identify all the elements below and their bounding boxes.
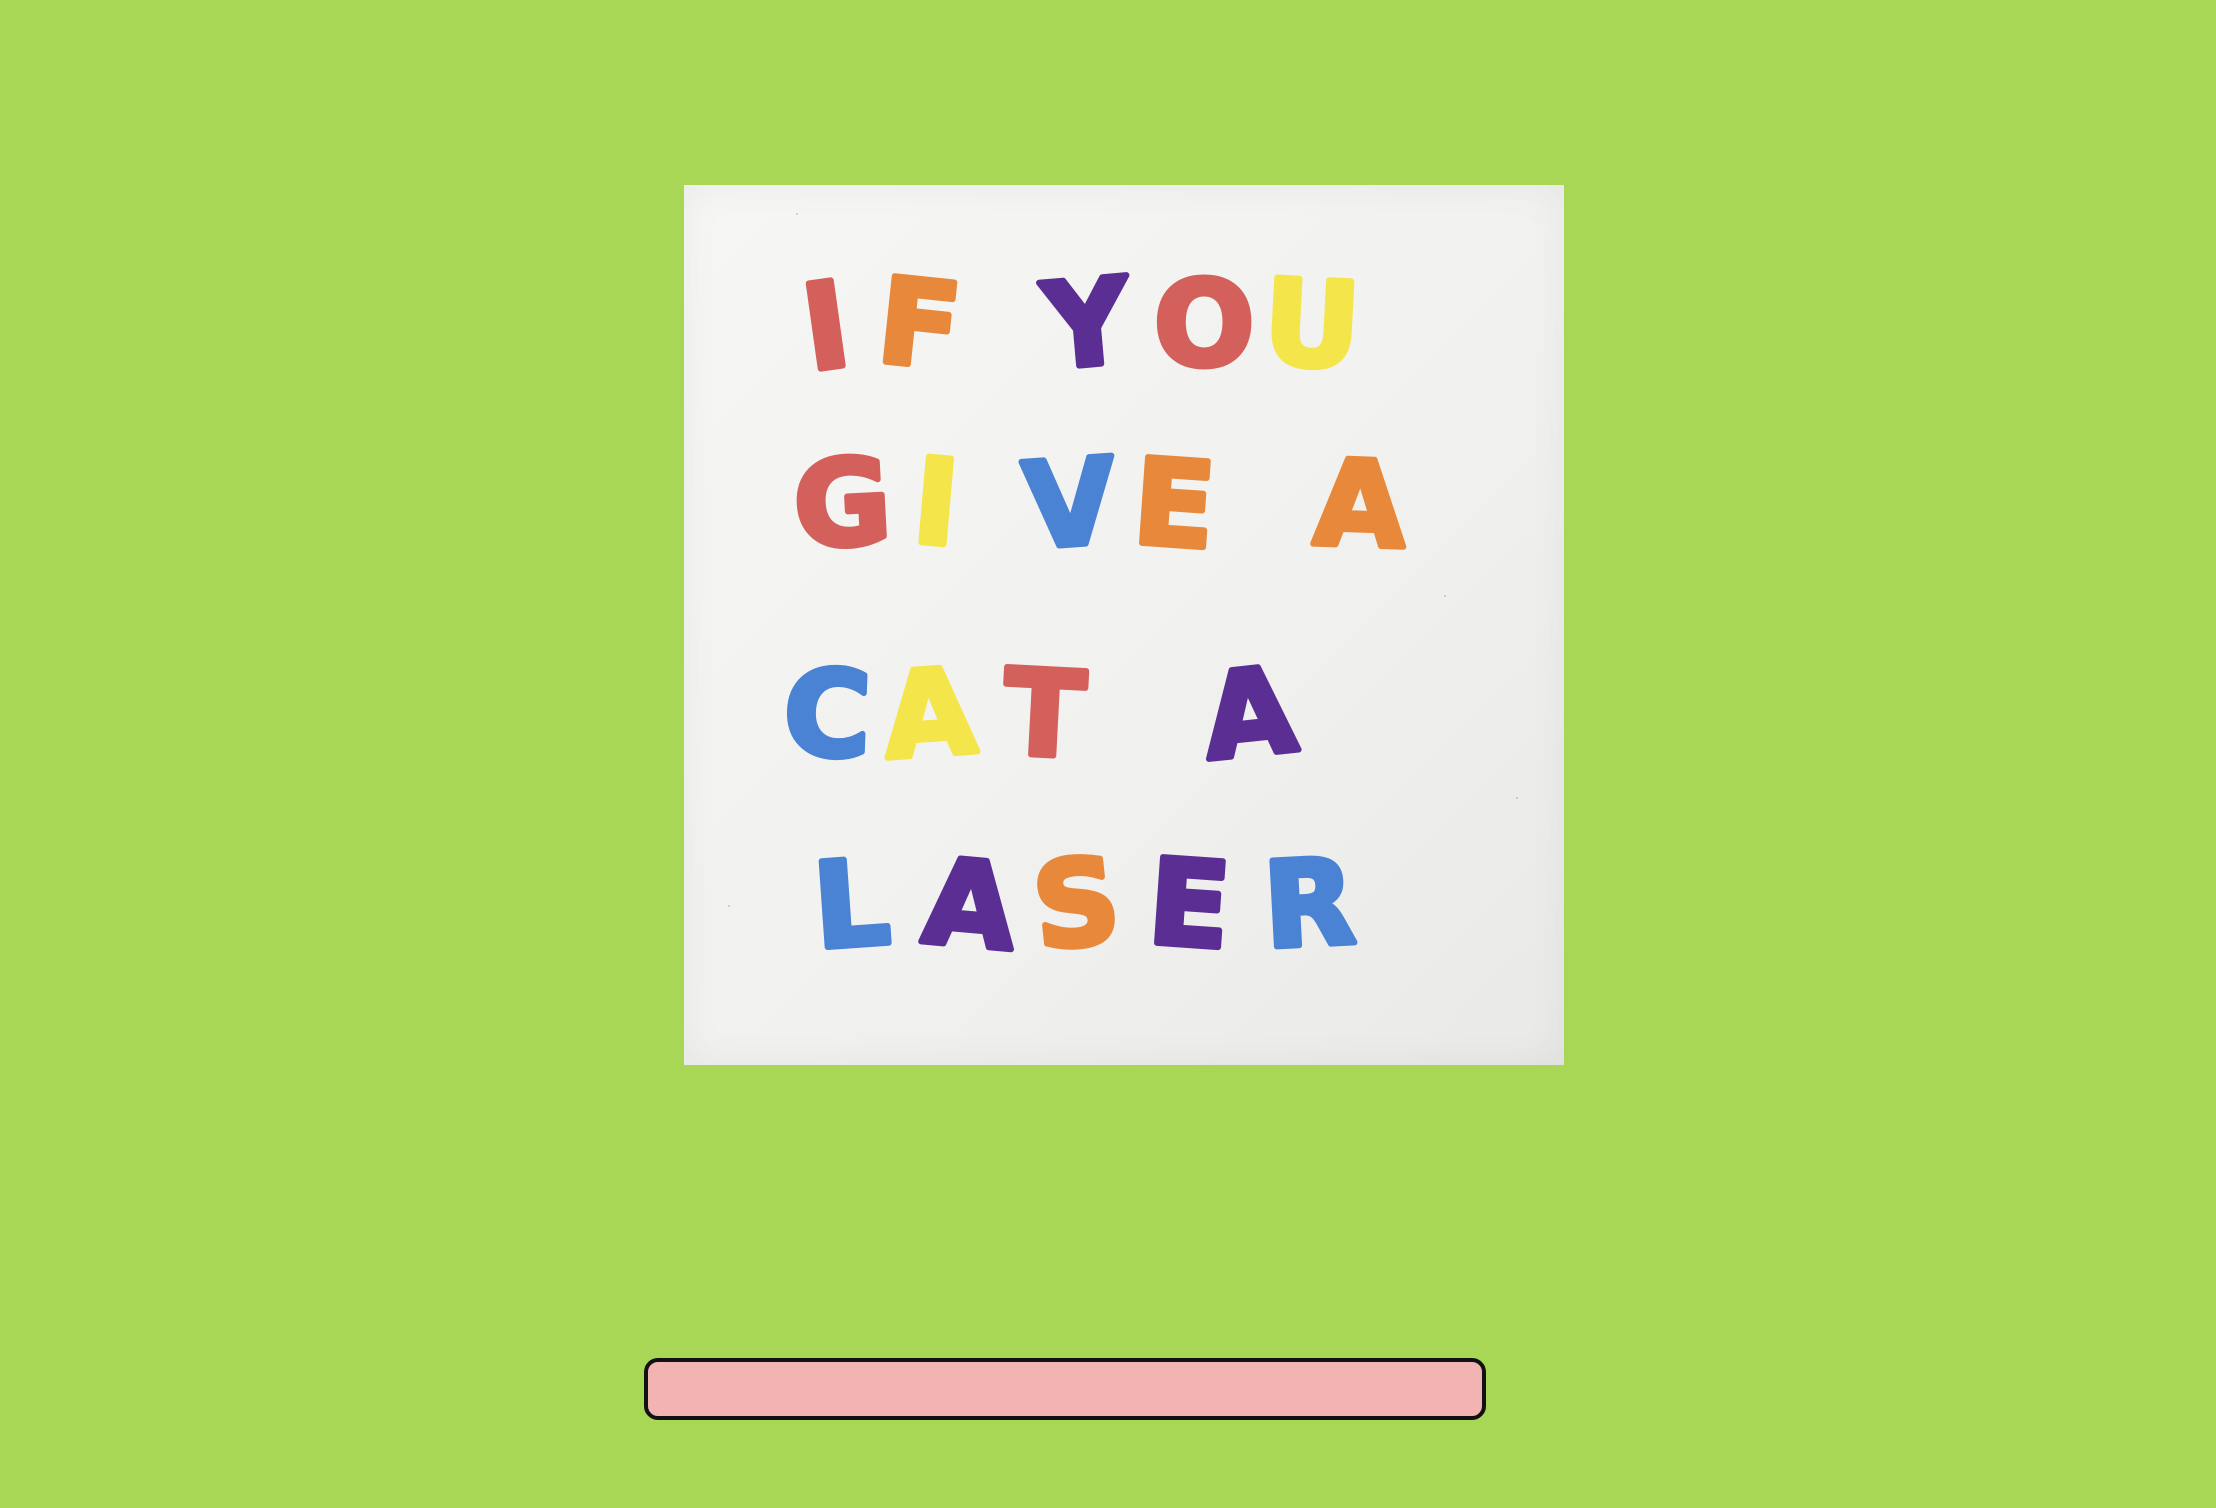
cover-letter: L xyxy=(809,833,894,976)
progress-bar xyxy=(644,1358,1486,1420)
cover-letter: V xyxy=(1019,432,1120,576)
cover-letter: A xyxy=(1197,640,1302,787)
cover-letter: O xyxy=(1154,255,1254,393)
cover-letter: A xyxy=(918,832,1021,977)
cover-letter: R xyxy=(1260,832,1358,975)
cover-letter: A xyxy=(879,642,980,786)
cover-letter: S xyxy=(1027,831,1126,977)
cover-letter: U xyxy=(1260,253,1363,396)
cover-letter: I xyxy=(908,432,964,573)
cover-title: I F Y O UG I V E AC A T AL A S E R xyxy=(779,248,1411,980)
cover-letter: Y xyxy=(1036,251,1137,396)
cover-letter: I xyxy=(795,255,858,398)
cover-letter: G xyxy=(790,432,894,575)
book-cover-image: IFYOUGIVEACATALASER xyxy=(684,185,1564,1065)
cover-letter: F xyxy=(872,251,967,397)
cover-letter: C xyxy=(782,644,873,785)
cover-letter: E xyxy=(1129,432,1219,575)
cover-letter: E xyxy=(1144,832,1234,975)
cover-letter: A xyxy=(1312,434,1408,575)
cover-letter: T xyxy=(1000,643,1088,785)
